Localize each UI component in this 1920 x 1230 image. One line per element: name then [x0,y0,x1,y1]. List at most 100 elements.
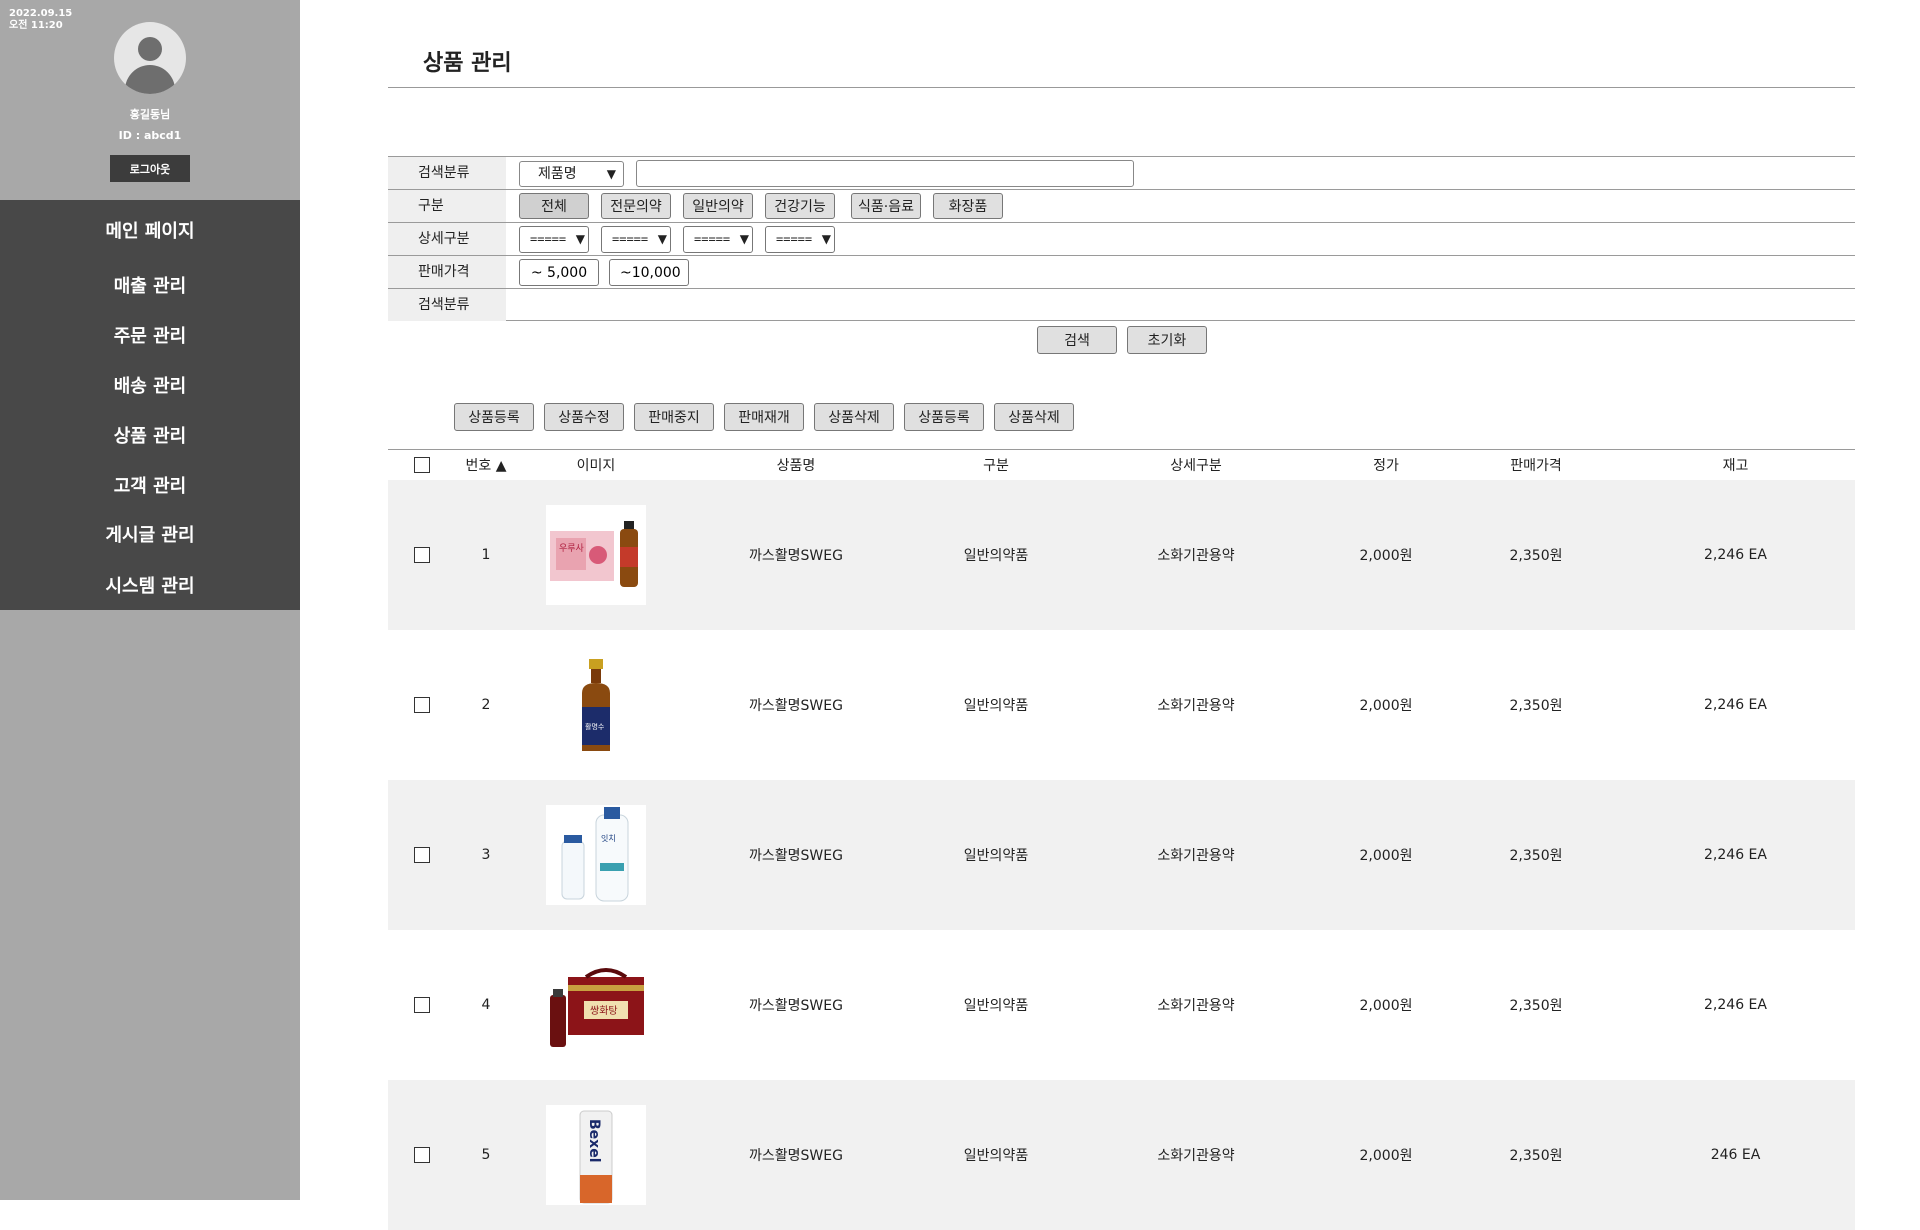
reset-button[interactable]: 초기화 [1127,326,1207,354]
detail-select-3[interactable]: ===== ▼ [683,226,753,253]
menu-item-posts[interactable]: 게시글 관리 [0,521,300,547]
header-detail: 상세구분 [1170,458,1222,474]
header-name: 상품명 [776,458,816,474]
time-text: 오전 11:20 [9,20,63,31]
product-type: 일반의약품 [963,998,1029,1014]
detail-select-4[interactable]: ===== ▼ [765,226,835,253]
edit-product-button[interactable]: 상품수정 [544,403,624,431]
product-image[interactable]: 쌍화탕 [546,955,646,1055]
delete-product-button-2[interactable]: 상품삭제 [994,403,1074,431]
header-image: 이미지 [576,458,616,474]
row-checkbox[interactable] [414,697,430,713]
header-select-all [388,450,456,480]
header-stock: 재고 [1722,458,1749,474]
menu-item-system[interactable]: 시스템 관리 [0,572,300,598]
type-button-health[interactable]: 건강기능 [765,193,835,219]
product-name[interactable]: 까스활명SWEG [676,480,916,630]
register-product-button[interactable]: 상품등록 [454,403,534,431]
row-number: 1 [481,547,491,563]
product-detail: 소화기관용약 [1157,698,1235,714]
sidebar: 2022.09.15 오전 11:20 홍길동님 ID : abcd1 로그아웃… [0,0,300,1200]
search-extra-label: 검색분류 [388,289,506,321]
search-category-label: 검색분류 [388,157,506,189]
menu-item-orders[interactable]: 주문 관리 [0,322,300,348]
resume-sale-button[interactable]: 판매재개 [724,403,804,431]
row-checkbox[interactable] [414,997,430,1013]
user-id: ID : abcd1 [118,129,182,142]
product-type: 일반의약품 [963,698,1029,714]
register-product-button-2[interactable]: 상품등록 [904,403,984,431]
search-row-extra: 검색분류 [388,288,1855,321]
price-button-5000[interactable]: ~ 5,000 [519,259,599,286]
product-detail: 소화기관용약 [1157,848,1235,864]
product-name[interactable]: 까스활명SWEG [676,630,916,780]
avatar-head [138,37,162,61]
row-checkbox[interactable] [414,1147,430,1163]
type-button-food[interactable]: 식품·음료 [851,193,921,219]
datetime: 2022.09.15 오전 11:20 [9,8,72,32]
row-checkbox[interactable] [414,547,430,563]
row-checkbox[interactable] [414,847,430,863]
product-sale-price: 2,350원 [1509,998,1563,1014]
category-select[interactable]: 제품명 ▼ [519,161,624,187]
avatar-body [125,65,175,94]
price-button-10000[interactable]: ~10,000 [609,259,689,286]
row-number: 4 [481,997,491,1013]
main-menu: 메인 페이지 매출 관리 주문 관리 배송 관리 상품 관리 고객 관리 게시글… [0,200,300,610]
menu-item-sales[interactable]: 매출 관리 [0,272,300,298]
keyword-input[interactable] [636,160,1134,187]
menu-item-products[interactable]: 상품 관리 [0,422,300,448]
product-type: 일반의약품 [963,1148,1029,1164]
product-box-image: 우루사 [550,521,638,587]
menu-item-main[interactable]: 메인 페이지 [0,217,300,243]
product-image[interactable]: 활명수 [546,655,646,755]
delete-product-button[interactable]: 상품삭제 [814,403,894,431]
search-detail-label: 상세구분 [388,223,506,255]
product-name[interactable]: 까스활명SWEG [676,930,916,1080]
table-header: 번호 ▲ 이미지 상품명 구분 상세구분 정가 판매가격 재고 [388,449,1855,480]
select-all-checkbox[interactable] [414,457,430,473]
detail-select-1[interactable]: ===== ▼ [519,226,589,253]
product-image[interactable]: Bexel [546,1105,646,1205]
row-number: 3 [481,847,491,863]
product-detail: 소화기관용약 [1157,1148,1235,1164]
table-row: 3 잇치 까스활명SWEG 일반의약품 소화기관용약 2,000원 2,350원… [388,780,1855,930]
detail-select-3-value: ===== [694,232,731,246]
menu-item-customers[interactable]: 고객 관리 [0,472,300,498]
user-name: 홍길동님 [129,108,171,121]
dropdown-arrow-icon: ▼ [657,232,667,246]
search-row-type: 구분 전체 전문의약 일반의약 건강기능 식품·음료 화장품 [388,189,1855,222]
product-toothpaste-image: 잇치 [561,807,629,902]
title-divider [388,87,1855,88]
type-button-prescription[interactable]: 전문의약 [601,193,671,219]
product-name[interactable]: 까스활명SWEG [676,780,916,930]
logout-button[interactable]: 로그아웃 [110,155,190,182]
stop-sale-button[interactable]: 판매중지 [634,403,714,431]
product-list-price: 2,000원 [1359,548,1413,564]
type-button-otc[interactable]: 일반의약 [683,193,753,219]
type-button-cosmetics[interactable]: 화장품 [933,193,1003,219]
product-type: 일반의약품 [963,848,1029,864]
product-image[interactable]: 잇치 [546,805,646,905]
product-can-image: Bexel [579,1110,613,1204]
dropdown-arrow-icon: ▼ [575,232,585,246]
menu-item-delivery[interactable]: 배송 관리 [0,372,300,398]
detail-select-2[interactable]: ===== ▼ [601,226,671,253]
product-type: 일반의약품 [963,548,1029,564]
product-label-text: 잇치 [601,833,616,843]
page-title: 상품 관리 [423,51,512,76]
header-sale-price: 판매가격 [1510,458,1562,474]
header-type: 구분 [983,458,1009,474]
category-select-value: 제품명 [538,166,577,182]
product-stock: 2,246 EA [1704,547,1767,563]
header-number[interactable]: 번호 ▲ [456,450,516,480]
product-stock: 246 EA [1710,1147,1761,1163]
search-button[interactable]: 검색 [1037,326,1117,354]
product-image[interactable]: 우루사 [546,505,646,605]
type-button-all[interactable]: 전체 [519,193,589,219]
detail-select-1-value: ===== [530,232,567,246]
product-list-price: 2,000원 [1359,1148,1413,1164]
product-list-price: 2,000원 [1359,698,1413,714]
product-name[interactable]: 까스활명SWEG [676,1080,916,1230]
row-number: 2 [481,697,491,713]
